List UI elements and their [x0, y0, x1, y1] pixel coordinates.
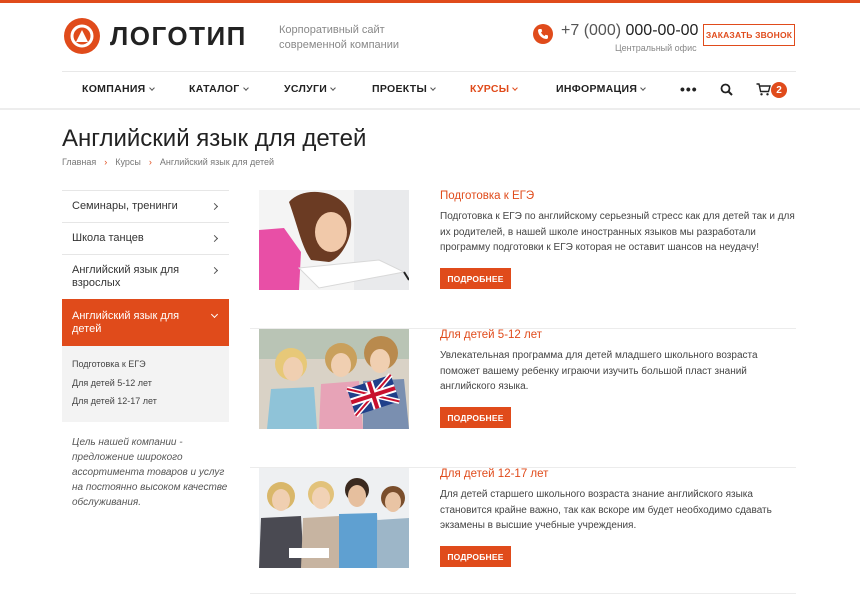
breadcrumb-current: Английский язык для детей: [159, 157, 275, 167]
nav-label: КУРСЫ: [470, 83, 510, 95]
nav-label: УСЛУГИ: [284, 83, 328, 95]
phone-caption: Центральный офис: [615, 43, 697, 53]
details-button[interactable]: ПОДРОБНЕЕ: [440, 407, 511, 428]
nav-label: КАТАЛОГ: [189, 83, 240, 95]
logo[interactable]: ЛОГОТИП: [64, 18, 247, 54]
phone-digits: 000-00-00: [625, 22, 699, 39]
sidebar-item-seminars[interactable]: Семинары, тренинги: [62, 190, 229, 222]
nav-label: КОМПАНИЯ: [82, 83, 146, 95]
sidebar-note: Цель нашей компании - предложение широко…: [72, 437, 228, 508]
breadcrumb-home[interactable]: Главная: [62, 157, 96, 167]
cart-count-badge: 2: [771, 82, 787, 98]
chevron-down-icon: [242, 85, 249, 91]
breadcrumb-courses[interactable]: Курсы: [115, 157, 141, 167]
sidebar-subitem-exam[interactable]: Подготовка к ЕГЭ: [72, 355, 219, 374]
nav-label: ИНФОРМАЦИЯ: [556, 83, 638, 95]
main-nav: КОМПАНИЯ КАТАЛОГ УСЛУГИ ПРОЕКТЫ КУРСЫ ИН…: [62, 71, 796, 109]
phone-number[interactable]: +7 (000) 000-00-00: [561, 22, 698, 40]
course-description: Для детей старшего школьного возраста зн…: [440, 489, 772, 531]
chevron-down-icon: [640, 85, 647, 91]
breadcrumb-separator-icon: ›: [104, 157, 108, 167]
sidebar-item-label: Школа танцев: [72, 232, 144, 244]
details-button[interactable]: ПОДРОБНЕЕ: [440, 268, 511, 289]
breadcrumb: Главная › Курсы › Английский язык для де…: [62, 157, 274, 167]
course-title[interactable]: Подготовка к ЕГЭ: [440, 190, 534, 202]
chevron-right-icon: [210, 202, 219, 211]
more-icon[interactable]: •••: [680, 81, 698, 97]
sidebar-item-label: Английский язык для детей: [72, 310, 180, 335]
details-button[interactable]: ПОДРОБНЕЕ: [440, 546, 511, 567]
header: ЛОГОТИП Корпоративный сайт современной к…: [0, 3, 860, 71]
callback-button[interactable]: ЗАКАЗАТЬ ЗВОНОК: [703, 24, 795, 46]
sidebar-submenu: Подготовка к ЕГЭ Для детей 5-12 лет Для …: [62, 346, 229, 422]
page-title: Английский язык для детей: [62, 125, 367, 152]
course-title[interactable]: Для детей 12-17 лет: [440, 468, 548, 480]
chevron-down-icon: [210, 310, 219, 319]
phone-code: +7 (000): [561, 22, 622, 39]
course-item: Подготовка к ЕГЭ Подготовка к ЕГЭ по анг…: [250, 190, 796, 329]
sidebar-item-english-adults[interactable]: Английский язык для взрослых: [62, 254, 229, 299]
search-icon[interactable]: [720, 83, 733, 101]
nav-item-courses[interactable]: КУРСЫ: [470, 83, 519, 95]
course-image[interactable]: [259, 468, 409, 568]
sidebar-item-label: Семинары, тренинги: [72, 200, 178, 212]
logo-icon: [64, 18, 100, 54]
breadcrumb-separator-icon: ›: [148, 157, 152, 167]
cart-icon[interactable]: [756, 83, 771, 101]
chevron-down-icon: [512, 85, 519, 91]
nav-divider: [0, 108, 860, 110]
phone-icon: [533, 24, 553, 44]
nav-item-services[interactable]: УСЛУГИ: [284, 83, 336, 95]
sidebar-subitem-5-12[interactable]: Для детей 5-12 лет: [72, 374, 219, 393]
course-item: Для детей 12-17 лет Для детей старшего ш…: [250, 468, 796, 594]
nav-item-company[interactable]: КОМПАНИЯ: [82, 83, 155, 95]
course-image[interactable]: [259, 329, 409, 429]
nav-item-projects[interactable]: ПРОЕКТЫ: [372, 83, 436, 95]
nav-label: ПРОЕКТЫ: [372, 83, 428, 95]
chevron-down-icon: [148, 85, 155, 91]
sidebar-item-english-kids[interactable]: Английский язык для детей: [62, 299, 229, 346]
slogan: Корпоративный сайт современной компании: [279, 24, 400, 51]
sidebar: Семинары, тренинги Школа танцев Английск…: [62, 190, 229, 422]
course-description: Увлекательная программа для детей младше…: [440, 350, 758, 392]
course-description: Подготовка к ЕГЭ по английскому серьезны…: [440, 211, 795, 253]
logo-text: ЛОГОТИП: [110, 20, 247, 51]
course-title[interactable]: Для детей 5-12 лет: [440, 329, 542, 341]
sidebar-item-dance[interactable]: Школа танцев: [62, 222, 229, 254]
sidebar-subitem-12-17[interactable]: Для детей 12-17 лет: [72, 392, 219, 411]
course-item: Для детей 5-12 лет Увлекательная програм…: [250, 329, 796, 468]
chevron-down-icon: [330, 85, 336, 91]
chevron-down-icon: [430, 85, 436, 91]
sidebar-item-label: Английский язык для взрослых: [72, 264, 180, 289]
chevron-right-icon: [210, 234, 219, 243]
nav-item-information[interactable]: ИНФОРМАЦИЯ: [556, 83, 647, 95]
chevron-right-icon: [210, 266, 219, 275]
nav-item-catalog[interactable]: КАТАЛОГ: [189, 83, 249, 95]
course-image[interactable]: [259, 190, 409, 290]
